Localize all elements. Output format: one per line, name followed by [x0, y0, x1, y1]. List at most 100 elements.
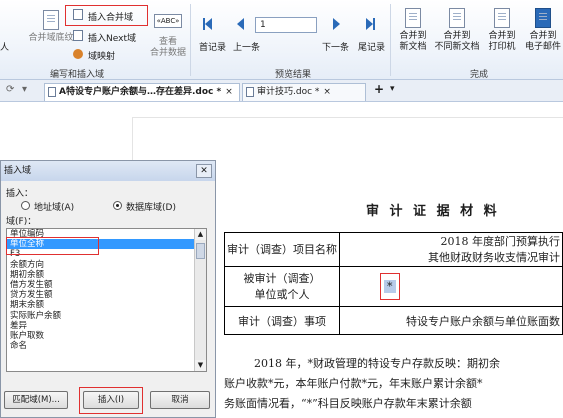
- new-tab-button[interactable]: +: [374, 82, 384, 96]
- next-record-button[interactable]: 下一条: [322, 40, 349, 53]
- insert-button[interactable]: 插入(I): [83, 391, 139, 409]
- project-name-value-2: 其他财政财务收支情况审计: [428, 250, 560, 264]
- body-paragraph-line-3: 务账面情况看，“*”科目反映账户存款年末累计余额: [224, 397, 472, 410]
- field-mapping-icon: [73, 49, 83, 59]
- field-item[interactable]: 命名: [7, 341, 206, 351]
- field-mapping-button[interactable]: 域映射: [88, 49, 115, 62]
- merge-printer-label-1: 合并到: [488, 31, 516, 41]
- cancel-button[interactable]: 取消: [150, 391, 210, 409]
- field-shading-icon: [43, 10, 59, 30]
- body-paragraph-line-2: 账户收款*元，本年账户付款*元，年末账户累计余额*: [224, 377, 483, 390]
- merge-to-printer-button[interactable]: 合并到 打印机: [482, 8, 522, 53]
- group-separator-2: [390, 4, 391, 76]
- cell-audited-unit-label: 被审计（调查） 单位或个人: [224, 266, 340, 307]
- insert-type-label: 插入：: [6, 189, 34, 199]
- group-separator: [190, 4, 191, 76]
- record-number-input[interactable]: 1: [255, 17, 317, 33]
- scroll-thumb[interactable]: [196, 243, 205, 259]
- tab-label: 审计技巧.doc *: [257, 87, 320, 97]
- merge-diff-docs-label-1: 合并到: [443, 31, 471, 41]
- scroll-up-icon[interactable]: ▲: [195, 229, 206, 240]
- last-record-button[interactable]: 尾记录: [358, 40, 385, 53]
- tab-close-icon[interactable]: ×: [323, 87, 331, 97]
- merge-to-email-button[interactable]: 合并到 电子邮件: [520, 8, 563, 53]
- page-top-edge: [132, 117, 563, 118]
- field-item[interactable]: 账户取数: [7, 331, 206, 341]
- prev-record-icon: [237, 18, 244, 33]
- first-record-button[interactable]: 首记录: [199, 40, 226, 53]
- scroll-down-icon[interactable]: ▼: [195, 360, 206, 371]
- address-field-radio[interactable]: [21, 201, 30, 210]
- insert-next-field-button[interactable]: 插入Next域: [88, 31, 136, 44]
- dialog-title: 插入域: [1, 161, 215, 181]
- insert-merge-field-button[interactable]: 插入合并域: [88, 10, 133, 23]
- first-record-icon: [203, 18, 212, 33]
- dialog-close-button[interactable]: ✕: [196, 164, 212, 178]
- printer-icon: [494, 8, 510, 28]
- ribbon: 人 合并域底纹 插入合并域 插入Next域 域映射 «ABC» 查看 合并数据 …: [0, 0, 563, 80]
- field-item[interactable]: 期初余额: [7, 270, 206, 280]
- document-icon: [246, 87, 254, 97]
- tab-document-2[interactable]: 审计技巧.doc * ×: [242, 83, 366, 101]
- view-merged-data-button[interactable]: 查看 合并数据: [148, 37, 188, 59]
- database-field-radio-label[interactable]: 数据库域(D): [126, 200, 176, 213]
- tab-label: A特设专户账户余额与…存在差异.doc *: [59, 87, 222, 97]
- view-merged-data-label-1: 查看: [158, 37, 177, 47]
- merge-field-shading-label: 合并域底纹: [28, 33, 74, 43]
- audited-unit-label-2: 单位或个人: [254, 287, 310, 301]
- insert-next-field-icon: [73, 30, 83, 41]
- field-item[interactable]: 实际账户余额: [7, 311, 206, 321]
- merge-new-doc-icon: [405, 8, 421, 28]
- audit-evidence-table: 审计（调查）项目名称 2018 年度部门预算执行 其他财政财务收支情况审计 被审…: [224, 232, 563, 335]
- document-title: 审 计 证 据 材 料: [366, 204, 500, 219]
- prev-record-button[interactable]: 上一条: [233, 40, 260, 53]
- field-item[interactable]: 余额方向: [7, 260, 206, 270]
- project-name-label: 审计（调查）项目名称: [227, 242, 337, 256]
- highlight-merge-field: *: [380, 273, 400, 300]
- cell-audit-matter-label: 审计（调查）事项: [224, 306, 340, 335]
- cell-project-name-value: 2018 年度部门预算执行 其他财政财务收支情况审计: [339, 232, 563, 267]
- tab-list-icon[interactable]: ▾: [22, 84, 27, 95]
- merge-new-doc-label-2: 新文档: [399, 42, 427, 52]
- merge-diff-docs-icon: [449, 8, 465, 28]
- cell-audited-unit-value: *: [339, 266, 563, 307]
- fields-label: 域(F)：: [6, 217, 37, 227]
- merge-email-label-2: 电子邮件: [524, 42, 561, 52]
- database-field-radio[interactable]: [113, 201, 122, 210]
- cell-audit-matter-value: 特设专户账户余额与单位账面数: [339, 306, 563, 335]
- merge-diff-docs-label-2: 不同新文档: [434, 42, 480, 52]
- group-label-finish: 完成: [470, 70, 489, 80]
- field-item[interactable]: 差异: [7, 321, 206, 331]
- audited-unit-label-1: 被审计（调查）: [243, 271, 321, 285]
- match-fields-button[interactable]: 匹配域(M)...: [4, 391, 68, 409]
- history-icon[interactable]: ⟳: [6, 84, 14, 95]
- insert-field-dialog: 插入域 ✕ 插入： 地址域(A) 数据库域(D) 域(F)： 单位编码 单位全称…: [0, 160, 216, 418]
- cell-project-name-label: 审计（调查）项目名称: [224, 232, 340, 267]
- field-item[interactable]: 期末余额: [7, 300, 206, 310]
- project-name-value-1: 2018 年度部门预算执行: [440, 234, 561, 248]
- audit-matter-value: 特设专户账户余额与单位账面数: [406, 314, 560, 328]
- field-item[interactable]: 贷方发生额: [7, 290, 206, 300]
- tab-close-icon[interactable]: ×: [225, 87, 233, 97]
- new-tab-dropdown-icon[interactable]: ▾: [390, 84, 395, 94]
- document-icon: [48, 87, 56, 97]
- merge-printer-label-2: 打印机: [488, 42, 516, 52]
- tab-document-active[interactable]: A特设专户账户余额与…存在差异.doc * ×: [44, 83, 240, 101]
- merge-to-new-doc-button[interactable]: 合并到 新文档: [393, 8, 433, 53]
- last-record-icon: [366, 18, 375, 33]
- merge-to-diff-docs-button[interactable]: 合并到 不同新文档: [432, 8, 482, 53]
- next-record-icon: [333, 18, 340, 33]
- highlight-selected-field: [6, 237, 99, 255]
- merge-email-label-1: 合并到: [529, 31, 557, 41]
- view-merged-data-label-2: 合并数据: [149, 48, 186, 58]
- abc-preview-icon: «ABC»: [154, 14, 182, 28]
- field-item[interactable]: 借方发生额: [7, 280, 206, 290]
- merge-new-doc-label-1: 合并到: [399, 31, 427, 41]
- address-field-radio-label[interactable]: 地址域(A): [34, 200, 74, 213]
- email-icon: [535, 8, 551, 28]
- merge-field-placeholder[interactable]: *: [384, 280, 396, 293]
- cut-off-command-label: 人: [0, 43, 10, 53]
- group-label-preview: 预览结果: [275, 70, 312, 80]
- group-label-write-insert: 编写和插入域: [50, 70, 105, 80]
- fields-scrollbar[interactable]: ▲ ▼: [194, 229, 206, 371]
